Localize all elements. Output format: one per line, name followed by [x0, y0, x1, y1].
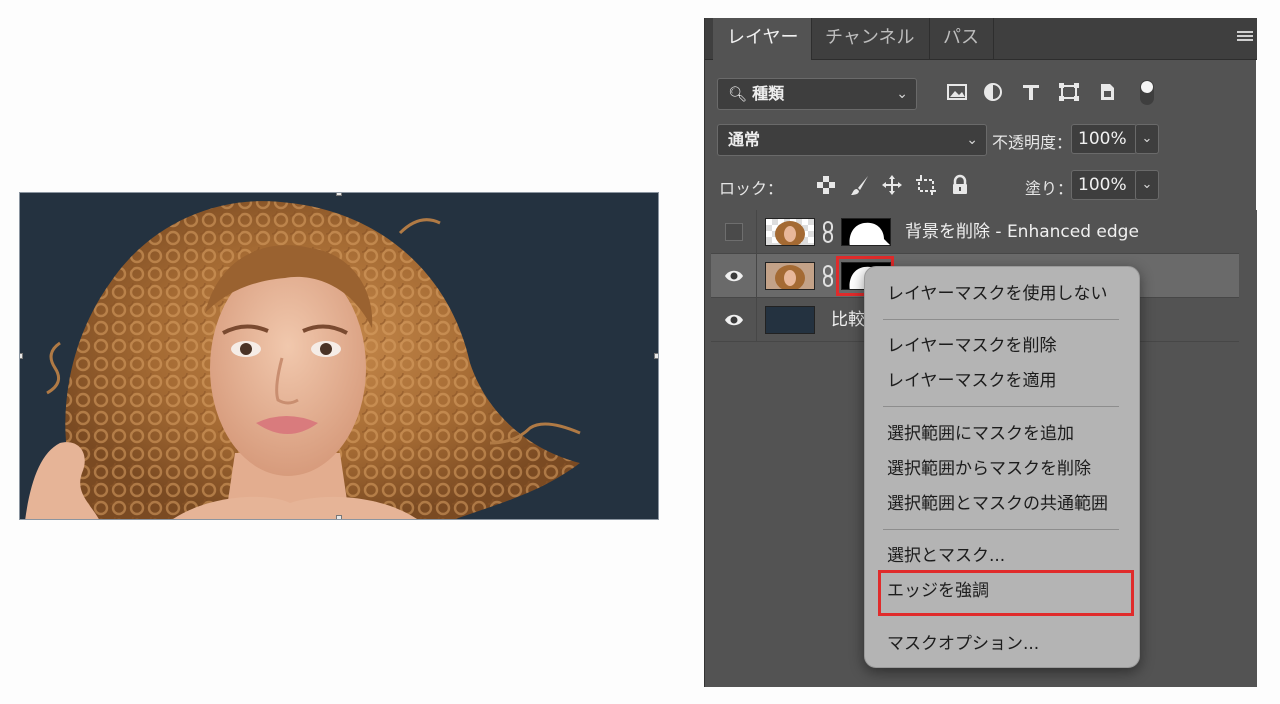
- transform-handle-top[interactable]: [336, 193, 342, 196]
- screen: レイヤー チャンネル パス 🔍︎ 種類 ⌄ 通常 ⌄ 不透明度： 100% ⌄ …: [0, 0, 1280, 704]
- portrait-photo: [25, 201, 581, 519]
- visibility-column: [711, 210, 757, 254]
- document-canvas[interactable]: [19, 192, 659, 520]
- menu-item-add-mask-to-selection[interactable]: 選択範囲にマスクを追加: [887, 419, 1074, 449]
- image-filter-icon[interactable]: [945, 78, 969, 106]
- menu-item-delete-layer-mask[interactable]: レイヤーマスクを削除: [887, 331, 1057, 361]
- menu-item-mask-options[interactable]: マスクオプション...: [887, 629, 1039, 659]
- type-filter-icon[interactable]: [1019, 78, 1043, 106]
- filter-kind-label: 種類: [752, 84, 785, 103]
- lock-transparent-pixels-icon[interactable]: [815, 174, 837, 196]
- smart-object-filter-icon[interactable]: [1095, 78, 1119, 106]
- opacity-label: 不透明度：: [992, 133, 1073, 152]
- lock-label: ロック：: [719, 179, 784, 198]
- adjustment-filter-icon[interactable]: [981, 78, 1005, 106]
- shape-filter-icon[interactable]: [1057, 78, 1081, 106]
- layer-thumbnail[interactable]: [765, 262, 815, 290]
- opacity-input[interactable]: 100%: [1071, 124, 1137, 154]
- tab-separator: [993, 18, 994, 60]
- panel-tab-bar: レイヤー チャンネル パス: [705, 18, 1257, 61]
- filter-kind-select[interactable]: 🔍︎ 種類 ⌄: [717, 78, 917, 110]
- menu-item-select-and-mask[interactable]: 選択とマスク...: [887, 541, 1005, 571]
- menu-item-subtract-mask-from-selection[interactable]: 選択範囲からマスクを削除: [887, 454, 1091, 484]
- chain-link-icon[interactable]: [821, 264, 835, 288]
- menu-separator: [883, 529, 1119, 530]
- chevron-down-icon: ⌄: [896, 86, 908, 102]
- layer-thumbnail[interactable]: [765, 218, 815, 246]
- visibility-column: [711, 254, 757, 298]
- layer-thumbnail[interactable]: [765, 306, 815, 334]
- fill-label: 塗り：: [1025, 179, 1074, 198]
- layer-name: 背景を削除 - Enhanced edge: [905, 222, 1139, 242]
- fill-input[interactable]: 100%: [1071, 170, 1137, 200]
- filter-toggle-icon[interactable]: [1135, 78, 1159, 106]
- visibility-column: [711, 298, 757, 342]
- layer-mask-thumbnail[interactable]: [841, 218, 891, 246]
- lock-image-pixels-icon[interactable]: [849, 174, 871, 196]
- menu-item-intersect-mask-with-selection[interactable]: 選択範囲とマスクの共通範囲: [887, 489, 1108, 519]
- panel-menu-icon[interactable]: [1237, 31, 1253, 45]
- menu-item-apply-layer-mask[interactable]: レイヤーマスクを適用: [887, 366, 1057, 396]
- blend-mode-label: 通常: [728, 130, 761, 149]
- opacity-dropdown-icon[interactable]: ⌄: [1135, 124, 1159, 154]
- tab-channels[interactable]: チャンネル: [811, 18, 928, 60]
- blend-mode-select[interactable]: 通常 ⌄: [717, 124, 987, 156]
- layers-scrollbar[interactable]: [1239, 210, 1257, 687]
- visibility-toggle-off[interactable]: [725, 223, 743, 241]
- enhance-edge-highlight: [878, 570, 1134, 616]
- tab-layers[interactable]: レイヤー: [713, 18, 813, 61]
- menu-separator: [883, 319, 1119, 320]
- lock-all-icon[interactable]: [949, 174, 971, 196]
- menu-separator: [883, 406, 1119, 407]
- layer-name: 比較: [831, 310, 865, 330]
- layer-row[interactable]: 背景を削除 - Enhanced edge: [711, 210, 1239, 254]
- chevron-down-icon: ⌄: [966, 132, 978, 148]
- chain-link-icon[interactable]: [821, 220, 835, 244]
- transform-handle-right[interactable]: [654, 353, 658, 359]
- fill-dropdown-icon[interactable]: ⌄: [1135, 170, 1159, 200]
- eye-icon[interactable]: [724, 267, 744, 285]
- lock-position-icon[interactable]: [881, 174, 903, 196]
- menu-item-disable-layer-mask[interactable]: レイヤーマスクを使用しない: [887, 279, 1108, 309]
- tab-paths[interactable]: パス: [929, 18, 993, 60]
- eye-icon[interactable]: [724, 311, 744, 329]
- transform-handle-bottom[interactable]: [336, 515, 342, 519]
- search-icon: 🔍︎: [728, 85, 748, 103]
- lock-artboard-icon[interactable]: [915, 174, 937, 196]
- transform-handle-left[interactable]: [20, 353, 23, 359]
